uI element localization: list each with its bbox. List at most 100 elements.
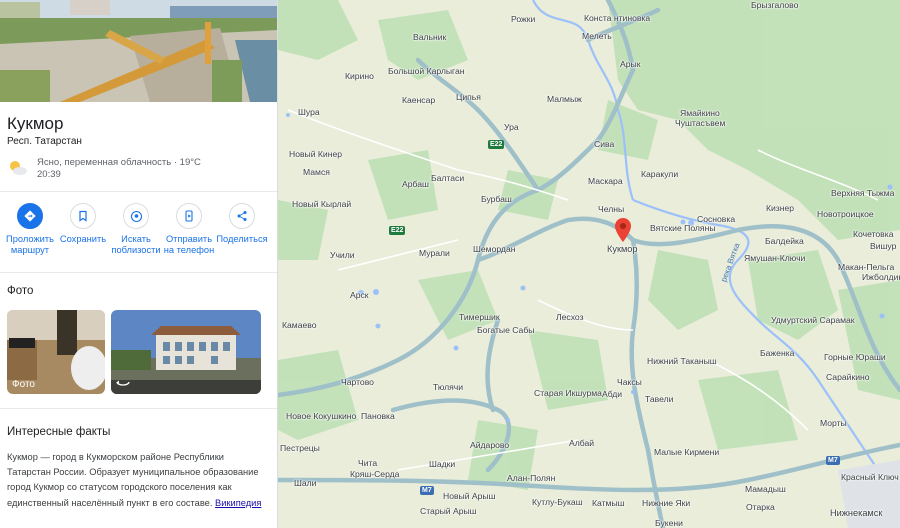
- map-label: Богатые Сабы: [477, 325, 535, 335]
- map-label: Лесхоз: [556, 312, 584, 322]
- directions-label-2: маршрут: [10, 245, 50, 255]
- place-hero-photo[interactable]: [0, 0, 277, 102]
- map-canvas[interactable]: E22 E22 M7 M7 река Вятка Кукмор Рожки Ко…: [278, 0, 900, 528]
- map-label: Чаксы: [617, 377, 642, 387]
- map-label: Кряш-Серда: [350, 469, 400, 479]
- road-shield-m7: M7: [420, 486, 434, 495]
- actions-row: Проложить маршрут Сохранить Искать поблизо…: [0, 192, 277, 272]
- photo-label: Фото: [12, 379, 35, 390]
- map-label: Каракули: [641, 169, 679, 179]
- street-view-icon: [116, 377, 130, 390]
- map-label: Нижние Яки: [642, 498, 691, 508]
- map-label: Вятские Поляны: [650, 223, 716, 233]
- map-label: Горные Юраши: [824, 352, 886, 362]
- app-root: Кукмор Респ. Татарстан Ясно, переменная …: [0, 0, 900, 528]
- map-label: Сива: [594, 139, 615, 149]
- road-shield-e22: E22: [488, 140, 505, 149]
- map-label: Ура: [504, 122, 519, 132]
- map-label: Айдарово: [470, 440, 510, 450]
- map-label: Рожки: [511, 14, 536, 24]
- send-label-1: Отправить: [165, 234, 213, 244]
- map-label: Шура: [298, 107, 320, 117]
- selected-place-label[interactable]: Кукмор: [607, 244, 638, 254]
- photos-section-title: Фото: [7, 285, 34, 297]
- nearby-label-1: Искать: [121, 234, 151, 244]
- map-label: Катмыш: [592, 498, 625, 508]
- map-label: Большой Карлыган: [388, 66, 465, 76]
- map-label: Старая Икшурма: [534, 388, 602, 398]
- send-label-2: на телефон: [163, 245, 215, 255]
- map-label: Нижний Таканыш: [647, 356, 717, 366]
- map-label: Балдейка: [765, 236, 804, 246]
- directions-button[interactable]: Проложить маршрут: [4, 203, 56, 272]
- map-label: Балтаси: [431, 173, 465, 183]
- directions-icon: [17, 203, 43, 229]
- map-label: Бурбаш: [481, 194, 512, 204]
- location-pin-icon[interactable]: [615, 218, 631, 242]
- map-label: Брызгалово: [751, 0, 799, 10]
- nearby-button[interactable]: Искать поблизости: [110, 203, 162, 272]
- map-label: Кутлу-Букаш: [532, 497, 583, 507]
- map-label: Мелеть: [582, 31, 612, 41]
- map-label: Удмуртский Сарамак: [771, 315, 855, 325]
- send-to-phone-icon: [176, 203, 202, 229]
- map-label: Шадки: [429, 459, 456, 469]
- map-label: Албай: [569, 438, 595, 448]
- save-label: Сохранить: [59, 234, 107, 244]
- map-label: Нижнекамск: [830, 508, 883, 518]
- road-shield-m7: M7: [826, 456, 840, 465]
- share-icon: [229, 203, 255, 229]
- photos-row: Фото: [0, 297, 277, 394]
- place-info-panel: Кукмор Респ. Татарстан Ясно, переменная …: [0, 0, 278, 528]
- partly-cloudy-icon: [7, 157, 29, 179]
- map-label: Маскара: [588, 176, 623, 186]
- place-region: Респ. Татарстан: [7, 136, 82, 147]
- nearby-label-2: поблизости: [111, 245, 161, 255]
- weather-condition: Ясно, переменная облачность · 19°C: [37, 157, 201, 168]
- map-label: Ижболдино: [862, 272, 900, 282]
- weather-time: 20:39: [37, 169, 61, 180]
- map-label: Чуштасъвем: [675, 118, 726, 128]
- map-label: Сарайкино: [826, 372, 870, 382]
- map-label: Малмыж: [547, 94, 582, 104]
- map-label: Новотроицкое: [817, 209, 874, 219]
- map-label: Букени: [655, 518, 683, 528]
- map-label: Вишур: [870, 241, 897, 251]
- map-label: Каенсар: [402, 95, 436, 105]
- place-title: Кукмор: [7, 114, 64, 133]
- map-label: Тавели: [645, 394, 674, 404]
- map-label: Пановка: [361, 411, 395, 421]
- map-label: Чартово: [341, 377, 374, 387]
- map-label: Шали: [294, 478, 317, 488]
- road-shield-e22: E22: [389, 226, 406, 235]
- map-label: Кирино: [345, 71, 374, 81]
- map-label: Арск: [350, 290, 369, 300]
- map-label: Арбаш: [402, 179, 429, 189]
- share-button[interactable]: Поделиться: [216, 203, 268, 272]
- save-button[interactable]: Сохранить: [57, 203, 109, 272]
- map-label: Баженка: [760, 348, 795, 358]
- map-label: Алан-Полян: [507, 473, 556, 483]
- map-label: Новый Кинер: [289, 149, 343, 159]
- map-label: Морты: [820, 418, 847, 428]
- map-label: Новое Кокушкино: [286, 411, 357, 421]
- send-to-phone-button[interactable]: Отправить на телефон: [163, 203, 215, 272]
- map-label: Кизнер: [766, 203, 795, 213]
- nearby-icon: [123, 203, 149, 229]
- street-view-thumbnail[interactable]: [111, 310, 261, 394]
- directions-label-1: Проложить: [6, 234, 54, 244]
- map-label: Пестрецы: [280, 443, 320, 453]
- map-label: Красный Ключ: [841, 472, 899, 482]
- map-label: Мурали: [419, 248, 450, 258]
- map-label: Отарка: [746, 502, 775, 512]
- map-label: Верхняя Тыжма: [831, 188, 895, 198]
- facts-text: Кукмор — город в Кукморском районе Респу…: [0, 438, 277, 511]
- map-label: Кочетовка: [853, 229, 894, 239]
- map-label: Камаево: [282, 320, 317, 330]
- map-label: Ямушан-Ключи: [744, 253, 806, 263]
- wikipedia-link[interactable]: Википедия: [215, 498, 261, 508]
- share-label: Поделиться: [216, 234, 268, 244]
- map-label: Новый Арыш: [443, 491, 496, 501]
- map-label: Старый Арыш: [420, 506, 477, 516]
- photo-thumbnail[interactable]: Фото: [7, 310, 105, 394]
